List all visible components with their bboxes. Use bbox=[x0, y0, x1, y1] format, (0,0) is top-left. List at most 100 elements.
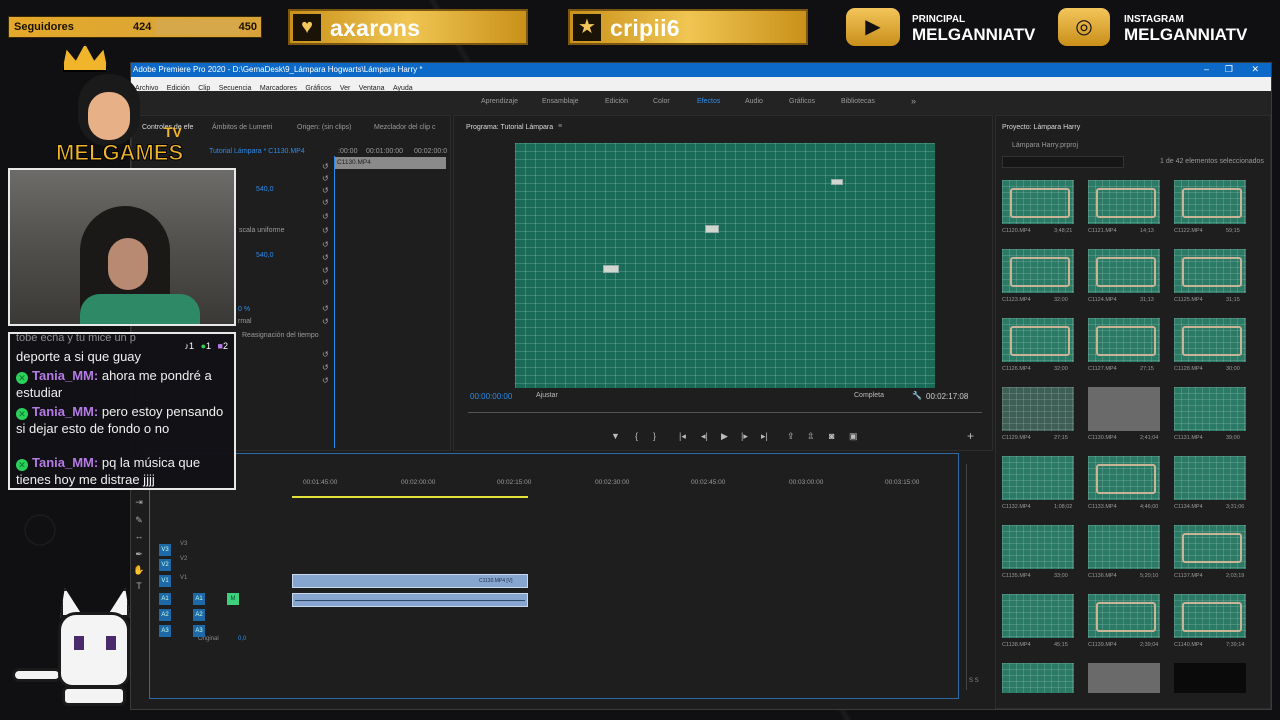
track-select-icon[interactable]: ⇥ bbox=[131, 497, 147, 508]
ripple-icon[interactable]: ✎ bbox=[131, 515, 147, 526]
project-item-thumbnail[interactable] bbox=[1174, 387, 1246, 431]
project-item-thumbnail[interactable] bbox=[1088, 525, 1160, 569]
tab-clip-mixer[interactable]: Mezclador del clip c bbox=[374, 124, 435, 131]
project-item-thumbnail[interactable] bbox=[1174, 663, 1246, 693]
workspace-audio[interactable]: Audio bbox=[745, 98, 763, 105]
project-item-thumbnail[interactable] bbox=[1088, 180, 1160, 224]
fit-select[interactable]: Ajustar bbox=[536, 392, 558, 399]
project-item-thumbnail[interactable] bbox=[1174, 456, 1246, 500]
hand-icon[interactable]: ✋ bbox=[131, 565, 147, 576]
project-item-thumbnail[interactable] bbox=[1088, 594, 1160, 638]
project-item-thumbnail[interactable] bbox=[1002, 456, 1074, 500]
reset-icon[interactable]: ↺ bbox=[322, 363, 332, 372]
track-source-a3[interactable]: A3 bbox=[193, 625, 205, 637]
step-back-icon[interactable]: ◂| bbox=[701, 431, 708, 442]
track-target-a3[interactable]: A3 bbox=[159, 625, 171, 637]
program-tab[interactable]: Programa: Tutorial Lámpara bbox=[466, 124, 553, 131]
mark-out-icon[interactable]: } bbox=[653, 431, 656, 441]
step-forward-icon[interactable]: |▸ bbox=[741, 431, 748, 442]
sequence-name[interactable]: Tutorial Lámpara * C1130.MP4 bbox=[209, 148, 305, 155]
workspace-efectos[interactable]: Efectos bbox=[697, 98, 720, 105]
project-item-thumbnail[interactable] bbox=[1174, 525, 1246, 569]
track-target-v1[interactable]: V1 bbox=[159, 575, 171, 587]
workspace-color[interactable]: Color bbox=[653, 98, 670, 105]
project-search-input[interactable] bbox=[1002, 156, 1124, 168]
more-workspaces-icon[interactable]: » bbox=[911, 96, 916, 106]
track-source-a2[interactable]: A2 bbox=[193, 609, 205, 621]
workspace-ensamblaje[interactable]: Ensamblaje bbox=[542, 98, 579, 105]
slip-icon[interactable]: ↔ bbox=[131, 531, 147, 541]
minimize-icon[interactable]: – bbox=[1204, 64, 1209, 74]
project-item-thumbnail[interactable] bbox=[1174, 318, 1246, 362]
panel-menu-icon[interactable]: ≡ bbox=[558, 123, 562, 130]
project-item-thumbnail[interactable] bbox=[1088, 318, 1160, 362]
maximize-icon[interactable]: ❐ bbox=[1225, 64, 1233, 75]
reset-icon[interactable]: ↺ bbox=[322, 253, 332, 262]
project-item-thumbnail[interactable] bbox=[1002, 525, 1074, 569]
reset-icon[interactable]: ↺ bbox=[322, 162, 332, 171]
reset-icon[interactable]: ↺ bbox=[322, 226, 332, 235]
project-item-thumbnail[interactable] bbox=[1002, 249, 1074, 293]
track-source-a1[interactable]: A1 bbox=[193, 593, 205, 605]
reset-icon[interactable]: ↺ bbox=[322, 212, 332, 221]
go-to-out-icon[interactable]: ▸| bbox=[761, 431, 768, 442]
reset-icon[interactable]: ↺ bbox=[322, 376, 332, 385]
reset-icon[interactable]: ↺ bbox=[322, 350, 332, 359]
mute-a1-button[interactable]: M bbox=[227, 593, 239, 605]
program-scrubber[interactable] bbox=[468, 412, 982, 413]
workspace-aprendizaje[interactable]: Aprendizaje bbox=[481, 98, 518, 105]
work-area-bar[interactable] bbox=[292, 496, 528, 498]
program-timecode[interactable]: 00:00:00:00 bbox=[470, 392, 512, 401]
project-item-thumbnail[interactable] bbox=[1002, 318, 1074, 362]
tab-source[interactable]: Origen: (sin clips) bbox=[297, 124, 351, 131]
reset-icon[interactable]: ↺ bbox=[322, 278, 332, 287]
project-item-thumbnail[interactable] bbox=[1088, 249, 1160, 293]
track-target-v3[interactable]: V3 bbox=[159, 544, 171, 556]
blend-mode-select[interactable]: rmal bbox=[238, 318, 252, 325]
reset-icon[interactable]: ↺ bbox=[322, 174, 332, 183]
project-item-thumbnail[interactable] bbox=[1088, 456, 1160, 500]
quality-select[interactable]: Completa bbox=[854, 392, 884, 399]
audio-clip[interactable] bbox=[292, 593, 528, 607]
extract-icon[interactable]: ⇫ bbox=[807, 431, 815, 442]
project-item-thumbnail[interactable] bbox=[1174, 594, 1246, 638]
workspace-bibliotecas[interactable]: Bibliotecas bbox=[841, 98, 875, 105]
position-x-value[interactable]: 540,0 bbox=[256, 186, 274, 193]
timeline-scrollbar[interactable] bbox=[966, 464, 967, 690]
clip-bar[interactable]: C1130.MP4 bbox=[334, 157, 446, 169]
tab-lumetri-scopes[interactable]: Ámbitos de Lumetri bbox=[212, 124, 272, 131]
project-item-thumbnail[interactable] bbox=[1002, 180, 1074, 224]
reset-icon[interactable]: ↺ bbox=[322, 266, 332, 275]
compare-icon[interactable]: ▣ bbox=[849, 431, 858, 442]
wrench-icon[interactable]: 🔧 bbox=[912, 391, 922, 400]
project-tab[interactable]: Proyecto: Lámpara Harry bbox=[1002, 124, 1080, 131]
workspace-edicion[interactable]: Edición bbox=[605, 98, 628, 105]
close-icon[interactable]: ✕ bbox=[1251, 64, 1259, 75]
reset-icon[interactable]: ↺ bbox=[322, 304, 332, 313]
lift-icon[interactable]: ⇪ bbox=[787, 431, 795, 442]
reset-icon[interactable]: ↺ bbox=[322, 240, 332, 249]
play-icon[interactable]: ▶ bbox=[721, 431, 728, 442]
project-item-thumbnail[interactable] bbox=[1002, 663, 1074, 693]
track-target-a2[interactable]: A2 bbox=[159, 609, 171, 621]
reset-icon[interactable]: ↺ bbox=[322, 317, 332, 326]
mark-in-icon[interactable]: { bbox=[635, 431, 638, 441]
reset-icon[interactable]: ↺ bbox=[322, 198, 332, 207]
project-item-thumbnail[interactable] bbox=[1002, 594, 1074, 638]
track-target-v2[interactable]: V2 bbox=[159, 559, 171, 571]
pen-icon[interactable]: ✒ bbox=[131, 549, 147, 560]
project-item-thumbnail[interactable] bbox=[1174, 249, 1246, 293]
video-clip[interactable]: C1130.MP4 [V] bbox=[292, 574, 528, 588]
add-button-icon[interactable]: + bbox=[967, 429, 974, 443]
workspace-graficos[interactable]: Gráficos bbox=[789, 98, 815, 105]
opacity-value[interactable]: 0 % bbox=[238, 306, 250, 313]
camera-icon[interactable]: ◙ bbox=[829, 431, 834, 441]
project-item-thumbnail[interactable] bbox=[1174, 180, 1246, 224]
position-y-value[interactable]: 540,0 bbox=[256, 252, 274, 259]
reset-icon[interactable]: ↺ bbox=[322, 186, 332, 195]
go-to-in-icon[interactable]: |◂ bbox=[679, 431, 686, 442]
track-target-a1[interactable]: A1 bbox=[159, 593, 171, 605]
project-item-thumbnail[interactable] bbox=[1088, 663, 1160, 693]
project-item-thumbnail[interactable] bbox=[1088, 387, 1160, 431]
project-item-thumbnail[interactable] bbox=[1002, 387, 1074, 431]
